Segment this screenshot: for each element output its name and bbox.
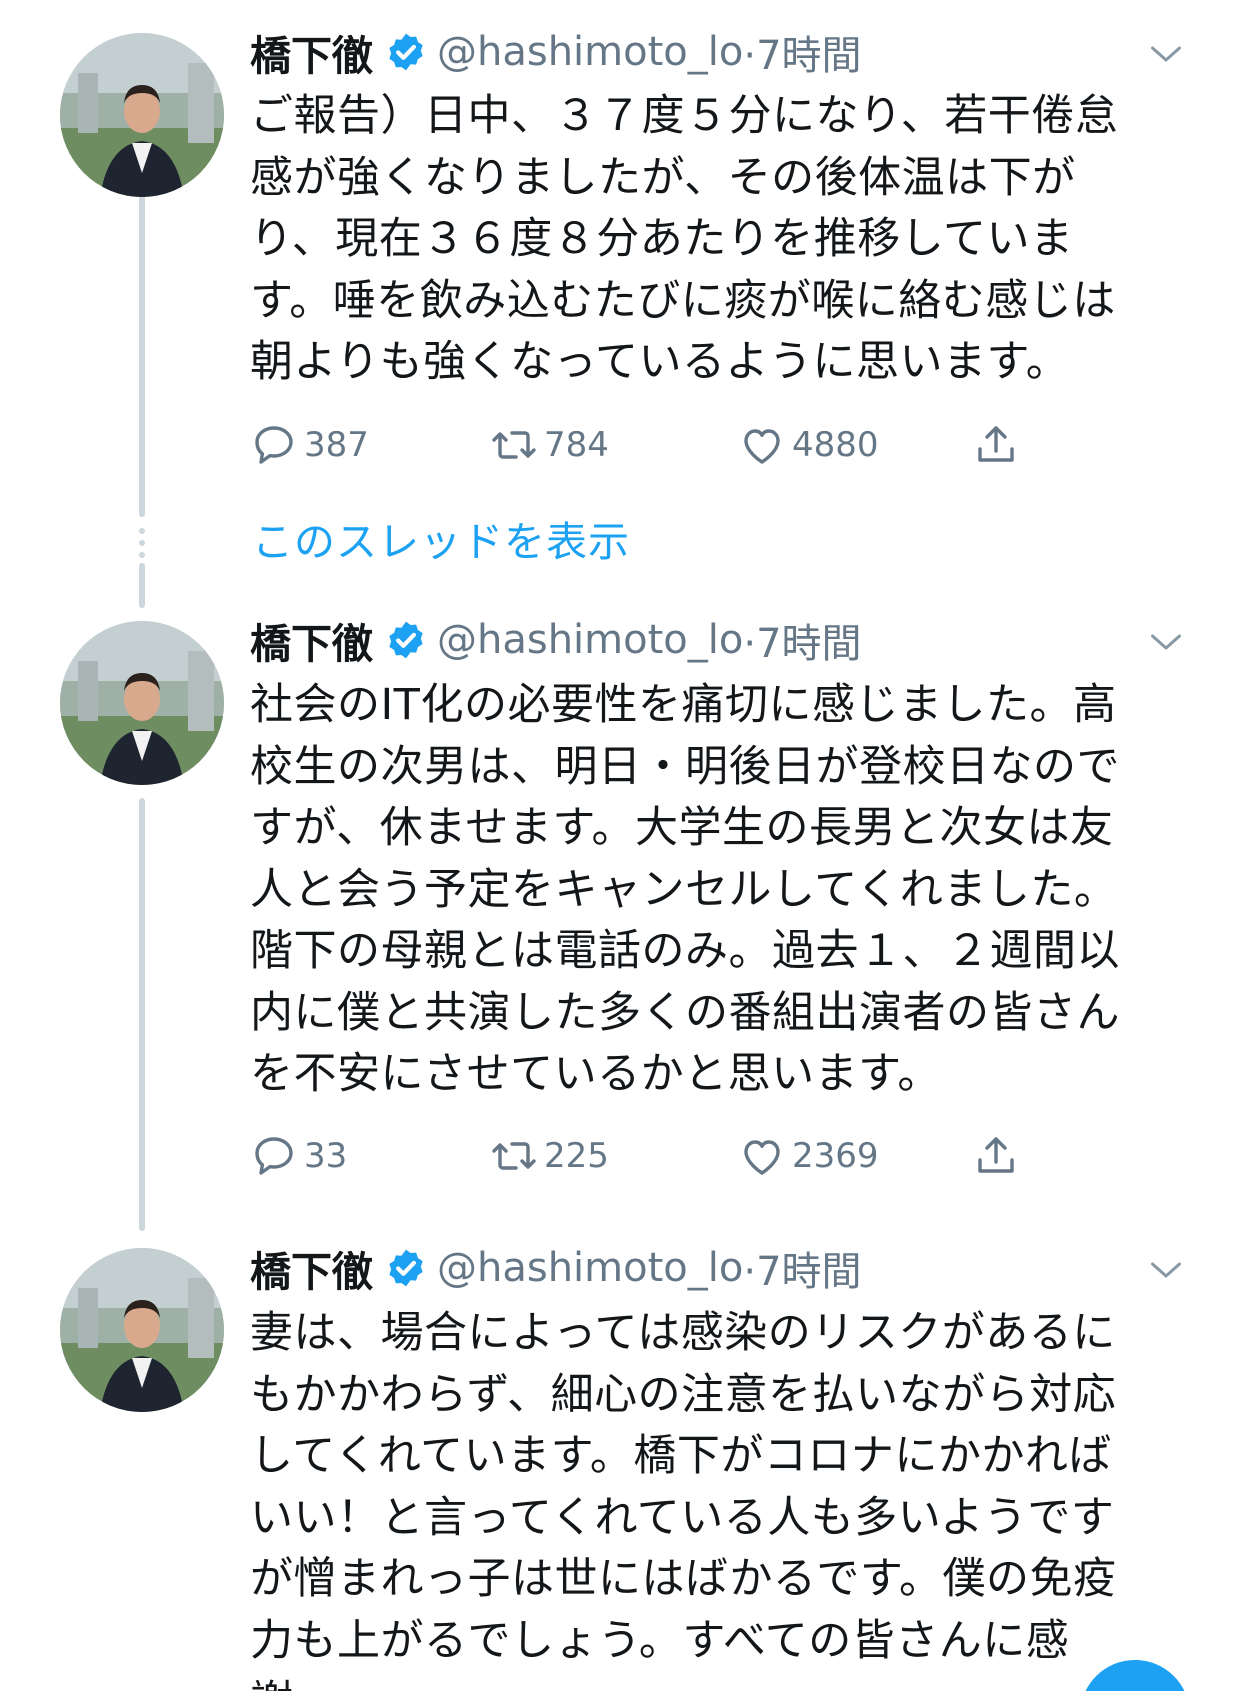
reply-icon [255, 426, 293, 464]
tweet-text-line: 感が強くなりましたが、その後体温は下が [250, 152, 1076, 203]
avatar-photo-icon [60, 1248, 224, 1412]
like-button[interactable]: 4880 [738, 417, 879, 473]
heart-icon [744, 1140, 780, 1175]
tweet-actions: 387 784 4880 [250, 417, 1050, 473]
retweet-button[interactable]: 225 [490, 1128, 609, 1184]
tweet-text-line: 階下の母親とは電話のみ。過去１、２週間以 [250, 926, 1120, 976]
heart-icon [744, 429, 780, 464]
author-name[interactable]: 橋下徹 [250, 1238, 373, 1298]
author-name[interactable]: 橋下徹 [250, 22, 373, 82]
tweet-time[interactable]: ·7時間 [743, 23, 861, 81]
author-handle[interactable]: @hashimoto_lo [437, 29, 743, 75]
avatar-photo-icon [60, 621, 224, 785]
tweet-text-line: 朝よりも強くなっているように思います。 [250, 337, 1070, 387]
thread-line [139, 798, 145, 1231]
share-icon [978, 426, 1014, 462]
tweet-text-line: ご報告）日中、３７度５分になり、若干倦怠 [250, 91, 1119, 141]
tweet-time[interactable]: ·7時間 [743, 1239, 861, 1297]
verified-badge-icon [389, 1249, 423, 1287]
like-count: 2369 [792, 1136, 879, 1176]
share-icon [978, 1137, 1014, 1173]
author-handle[interactable]: @hashimoto_lo [437, 617, 743, 663]
retweet-count: 784 [544, 425, 609, 465]
avatar[interactable] [60, 33, 224, 197]
avatar[interactable] [60, 621, 224, 785]
tweet-header: 橋下徹 @hashimoto_lo ·7時間 [250, 610, 862, 670]
tweet-text-line: もかかわらず、細心の注意を払いながら対応 [250, 1369, 1117, 1420]
thread-line [139, 563, 145, 608]
like-button[interactable]: 2369 [738, 1128, 879, 1184]
retweet-icon [492, 431, 536, 459]
tweet-text-line: 社会のIT化の必要性を痛切に感じました。高 [250, 680, 1117, 730]
reply-count: 33 [304, 1136, 348, 1176]
tweet-text-line: いい！と言ってくれている人も多いようです [250, 1492, 1115, 1543]
tweet-header: 橋下徹 @hashimoto_lo ·7時間 [250, 22, 862, 82]
avatar[interactable] [60, 1248, 224, 1412]
author-name[interactable]: 橋下徹 [250, 610, 373, 670]
tweet-text: 妻は、場合によっては感染のリスクがあるに もかかわらず、細心の注意を払いながら対… [250, 1303, 1150, 1691]
chevron-down-icon[interactable] [1148, 36, 1184, 72]
tweet-header: 橋下徹 @hashimoto_lo ·7時間 [250, 1238, 862, 1298]
twitter-thread-screen: 橋下徹 @hashimoto_lo ·7時間 ご報告）日中、３７度５分になり、若… [0, 0, 1242, 1691]
retweet-icon [492, 1142, 536, 1170]
chevron-down-icon[interactable] [1148, 624, 1184, 660]
show-thread-link[interactable]: このスレッドを表示 [252, 508, 630, 568]
tweet-text-line: が憎まれっ子は世にはばかるです。僕の免疫 [250, 1554, 1117, 1604]
tweet-text-line: を不安にさせているかと思います。 [250, 1049, 941, 1099]
tweet-text-line: 校生の次男は、明日・明後日が登校日なので [250, 741, 1120, 792]
tweet-text-line: してくれています。橋下がコロナにかかれば [250, 1431, 1112, 1481]
share-button[interactable] [972, 1128, 1026, 1184]
tweet-text-line: すが、休ませます。大学生の長男と次女は友 [250, 803, 1114, 853]
reply-icon [255, 1137, 293, 1175]
tweet-time[interactable]: ·7時間 [743, 611, 861, 669]
tweet-actions: 33 225 2369 [250, 1128, 1050, 1184]
retweet-button[interactable]: 784 [490, 417, 609, 473]
verified-badge-icon [389, 33, 423, 71]
tweet-text-line: す。唾を飲み込むたびに痰が喉に絡む感じは [250, 275, 1116, 326]
tweet-text: 社会のIT化の必要性を痛切に感じました。高 校生の次男は、明日・明後日が登校日な… [250, 675, 1150, 1106]
verified-badge-icon [389, 621, 423, 659]
tweet-text-line: 妻は、場合によっては感染のリスクがあるに [250, 1308, 1116, 1358]
tweet-text-line: り、現在３６度８分あたりを推移していま [250, 214, 1074, 264]
author-handle[interactable]: @hashimoto_lo [437, 1245, 743, 1291]
retweet-count: 225 [544, 1136, 609, 1176]
reply-count: 387 [304, 425, 369, 465]
thread-dots [139, 528, 145, 564]
tweet-text-line: 謝 [250, 1672, 1150, 1691]
tweet-text: ご報告）日中、３７度５分になり、若干倦怠 感が強くなりましたが、その後体温は下が… [250, 86, 1150, 394]
share-button[interactable] [972, 417, 1026, 473]
tweet-text-line: 力も上がるでしょう。すべての皆さんに感 [250, 1615, 1070, 1666]
like-count: 4880 [792, 425, 879, 465]
thread-line [139, 195, 145, 517]
tweet-text-line: 人と会う予定をキャンセルしてくれました。 [250, 864, 1118, 915]
tweet-text-line: 内に僕と共演した多くの番組出演者の皆さん [250, 987, 1120, 1038]
avatar-photo-icon [60, 33, 224, 197]
chevron-down-icon[interactable] [1148, 1252, 1184, 1288]
reply-button[interactable]: 33 [250, 1128, 347, 1184]
reply-button[interactable]: 387 [250, 417, 369, 473]
